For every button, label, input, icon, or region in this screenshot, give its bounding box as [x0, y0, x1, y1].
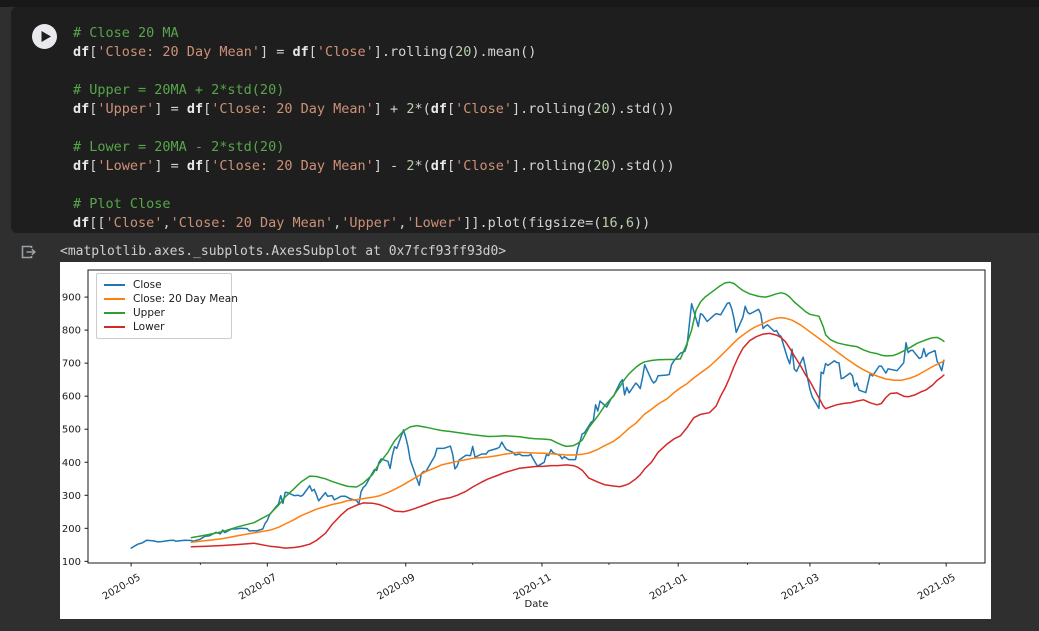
y-tick-label: 300 — [62, 491, 81, 502]
series-lower — [190, 332, 945, 549]
y-tick-label: 600 — [62, 392, 81, 403]
series-close — [130, 301, 945, 549]
legend-label: Close: 20 Day Mean — [133, 293, 238, 305]
play-icon — [41, 31, 51, 42]
code-line: df[['Close','Close: 20 Day Mean','Upper'… — [73, 215, 651, 231]
x-tick-label: 2020-07 — [237, 572, 279, 602]
legend-line-swatch — [104, 312, 125, 314]
y-tick-label: 500 — [62, 425, 81, 436]
code-line: df['Upper'] = df['Close: 20 Day Mean'] +… — [73, 101, 675, 117]
x-tick-label: 2020-11 — [512, 572, 554, 602]
code-editor[interactable]: # Close 20 MA df['Close: 20 Day Mean'] = … — [73, 24, 1029, 233]
legend-label: Upper — [133, 307, 165, 319]
figure-output: 100 200 300 400 500 600 700 800 900 2020-05 2020-0… — [60, 262, 991, 619]
code-line: # Close 20 MA — [73, 25, 179, 41]
legend-label: Lower — [133, 321, 165, 333]
chart-legend: Close Close: 20 Day Mean Upper Lower — [96, 273, 238, 339]
code-line: df['Lower'] = df['Close: 20 Day Mean'] -… — [73, 158, 675, 174]
y-tick-label: 100 — [62, 557, 81, 568]
y-tick-label: 900 — [62, 293, 81, 304]
code-line: # Lower = 20MA - 2*std(20) — [73, 139, 285, 155]
x-tick-label: 2020-09 — [376, 572, 418, 602]
top-strip — [0, 0, 1039, 7]
y-tick-label: 800 — [62, 326, 81, 337]
legend-item: Lower — [104, 320, 225, 334]
y-tick-label: 200 — [62, 524, 81, 535]
x-tick-label: 2021-05 — [916, 572, 958, 602]
run-cell-button[interactable] — [32, 24, 57, 49]
output-repr-text: <matplotlib.axes._subplots.AxesSubplot a… — [60, 244, 507, 259]
output-icon — [19, 243, 37, 261]
x-tick-label: 2021-03 — [780, 572, 822, 602]
legend-item: Close — [104, 278, 225, 292]
legend-line-swatch — [104, 298, 125, 300]
x-axis-label: Date — [525, 599, 549, 610]
legend-line-swatch — [104, 284, 125, 286]
legend-label: Close — [133, 279, 162, 291]
series-close-20-day-mean — [190, 316, 945, 543]
x-tick-label: 2021-01 — [648, 572, 690, 602]
code-line: df['Close: 20 Day Mean'] = df['Close'].r… — [73, 44, 537, 60]
notebook-page: { "notebook": { "cell": { "run_button_la… — [0, 0, 1039, 631]
x-tick-label: 2020-05 — [101, 572, 143, 602]
y-tick-label: 400 — [62, 458, 81, 469]
code-line: # Plot Close — [73, 196, 171, 212]
legend-line-swatch — [104, 326, 125, 328]
series-upper — [190, 281, 945, 539]
code-cell: # Close 20 MA df['Close: 20 Day Mean'] = … — [11, 7, 1039, 233]
legend-item: Close: 20 Day Mean — [104, 292, 238, 306]
code-line: # Upper = 20MA + 2*std(20) — [73, 82, 285, 98]
y-tick-label: 700 — [62, 359, 81, 370]
legend-item: Upper — [104, 306, 225, 320]
